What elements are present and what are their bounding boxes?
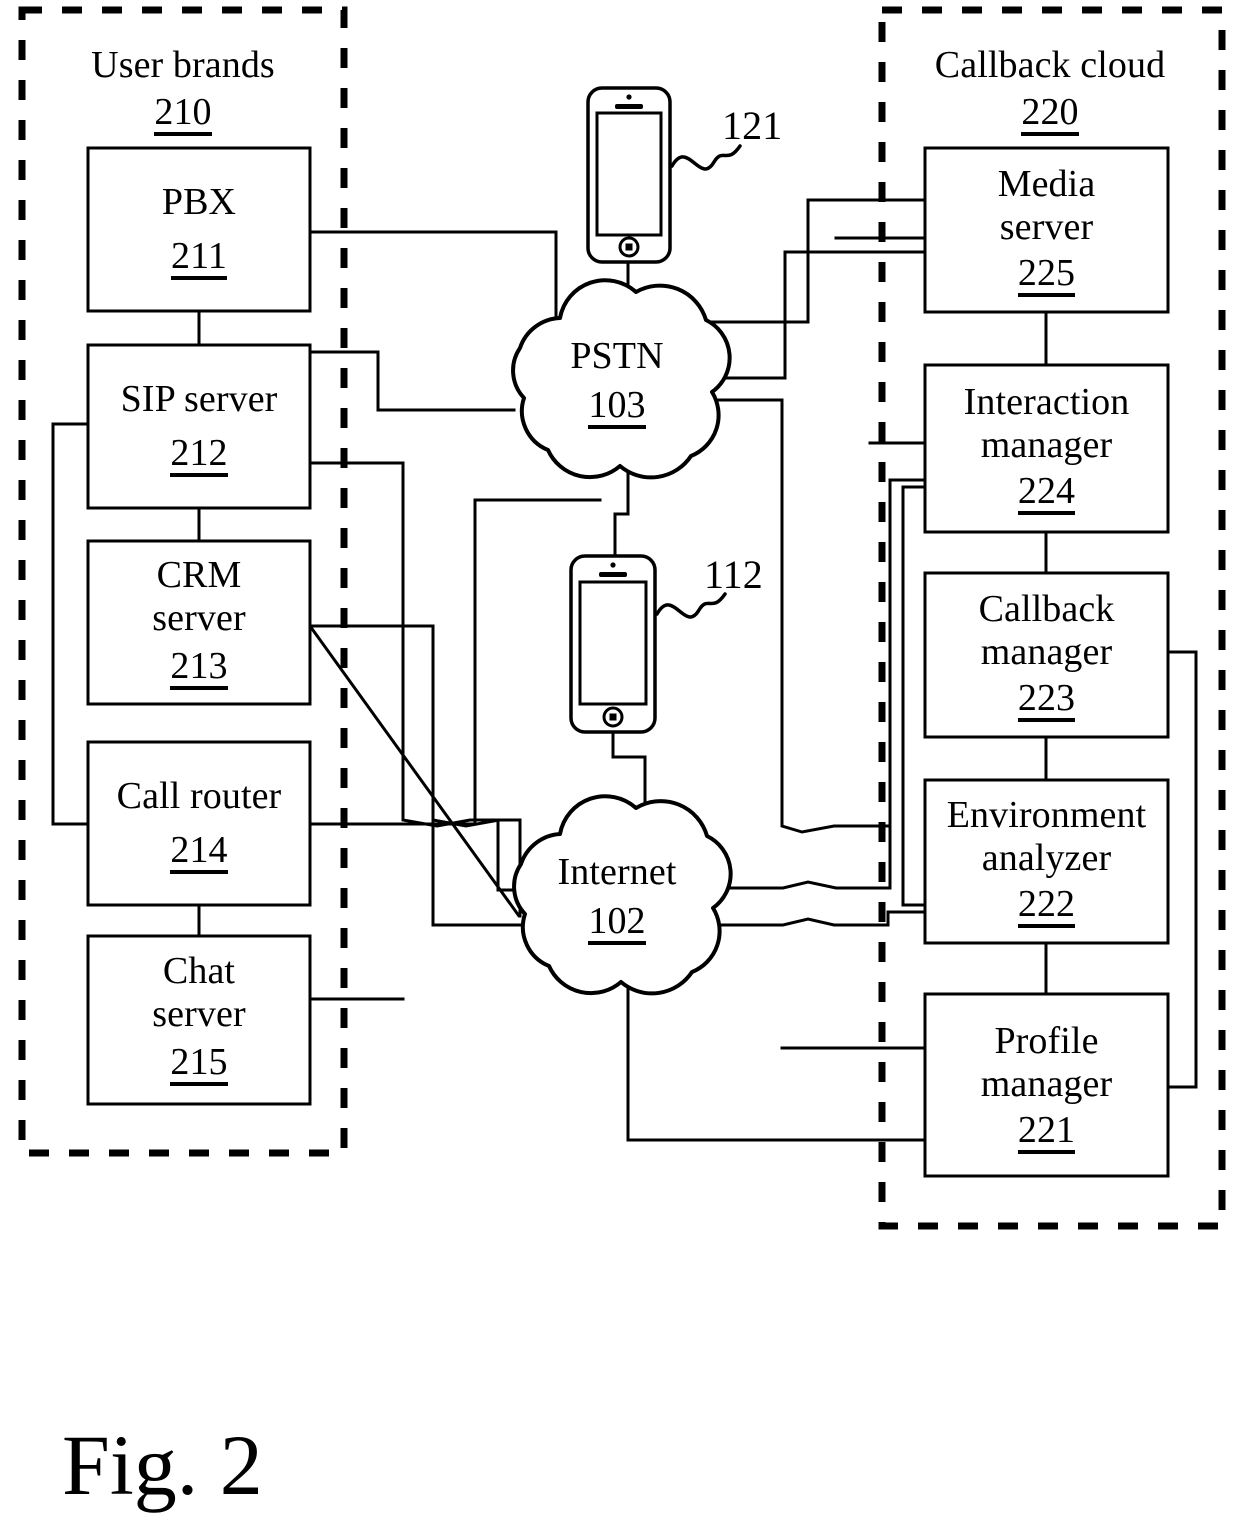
box-ref-224: 224 xyxy=(1017,472,1076,516)
box-label-media-server-line1: Media xyxy=(997,162,1096,205)
group-label-user-brands: User brands 210 xyxy=(42,44,324,136)
smartphone-icon-112 xyxy=(569,554,657,734)
group-label-callback-cloud-text: Callback cloud xyxy=(934,44,1166,86)
box-ref-222: 222 xyxy=(1017,885,1076,929)
box-label-callback-manager-line2: manager xyxy=(980,630,1113,673)
group-label-user-brands-text: User brands xyxy=(91,44,275,86)
box-label-interaction-manager: Interaction manager 224 xyxy=(925,372,1168,524)
box-label-environment-analyzer-line2: analyzer xyxy=(981,836,1112,879)
smartphone-icon-121 xyxy=(586,86,672,264)
callout-leader-121 xyxy=(670,144,742,171)
box-label-chat-server-line1: Chat xyxy=(162,949,236,992)
cloud-label-pstn-text: PSTN xyxy=(570,335,664,378)
box-label-media-server-line2: server xyxy=(999,205,1094,248)
box-ref-213: 213 xyxy=(170,647,228,691)
box-label-media-server: Media server 225 xyxy=(925,155,1168,305)
box-label-chat-server: Chat server 215 xyxy=(88,942,310,1094)
box-ref-212: 212 xyxy=(170,434,228,478)
group-ref-220: 220 xyxy=(1021,93,1079,136)
box-label-call-router: Call router 214 xyxy=(88,762,310,887)
box-label-pbx: PBX 211 xyxy=(88,168,310,293)
cloud-ref-102: 102 xyxy=(588,902,646,945)
box-ref-221: 221 xyxy=(1017,1111,1076,1155)
wire-internet-to-environment xyxy=(713,910,927,927)
wire-sip-to-callrouter-bracket xyxy=(51,422,90,826)
wire-callrouter-to-pstn-area xyxy=(341,498,602,826)
box-label-callback-manager-line1: Callback xyxy=(978,587,1115,630)
box-label-crm-server-line2: server xyxy=(152,596,246,639)
cloud-label-internet-text: Internet xyxy=(557,851,677,894)
box-label-crm-server-line1: CRM xyxy=(156,553,242,596)
box-label-crm-server: CRM server 213 xyxy=(88,546,310,698)
box-label-profile-manager-line2: manager xyxy=(980,1062,1113,1105)
callout-number-112: 112 xyxy=(704,552,763,597)
box-ref-214: 214 xyxy=(170,831,228,875)
box-label-environment-analyzer-line1: Environment xyxy=(946,793,1147,836)
wire-internet-to-interaction xyxy=(710,478,927,890)
figure-caption: Fig. 2 xyxy=(62,1417,263,1513)
cloud-label-internet: Internet 102 xyxy=(521,838,713,958)
wire-pstn-to-interaction xyxy=(711,250,927,380)
box-ref-223: 223 xyxy=(1017,679,1076,723)
wire-callback-to-profile-right xyxy=(1166,650,1198,1089)
cloud-ref-103: 103 xyxy=(588,386,646,429)
box-ref-211: 211 xyxy=(171,237,227,281)
box-label-profile-manager: Profile manager 221 xyxy=(925,1008,1168,1166)
box-label-chat-server-line2: server xyxy=(152,992,246,1035)
box-ref-225: 225 xyxy=(1017,254,1076,298)
box-label-callback-manager: Callback manager 223 xyxy=(925,580,1168,730)
callout-number-121: 121 xyxy=(722,103,783,148)
box-label-call-router-line1: Call router xyxy=(116,774,282,817)
figure-container: User brands 210 Callback cloud 220 PBX 2… xyxy=(0,0,1240,1534)
group-ref-210: 210 xyxy=(154,93,212,136)
box-label-profile-manager-line1: Profile xyxy=(994,1019,1099,1062)
wire-pstn-to-media xyxy=(709,198,927,324)
box-label-sip-server-line1: SIP server xyxy=(120,377,278,420)
group-label-callback-cloud: Callback cloud 220 xyxy=(900,44,1200,136)
box-label-sip-server: SIP server 212 xyxy=(88,365,310,490)
box-ref-215: 215 xyxy=(170,1043,228,1087)
box-label-environment-analyzer: Environment analyzer 222 xyxy=(921,786,1172,936)
box-label-interaction-manager-line1: Interaction xyxy=(963,380,1130,423)
callout-leader-112 xyxy=(655,592,727,619)
wire-pbx-to-pstn xyxy=(308,230,558,332)
cloud-label-pstn: PSTN 103 xyxy=(521,322,713,442)
wire-pstn-right-down xyxy=(714,398,891,834)
box-label-interaction-manager-line2: manager xyxy=(980,423,1113,466)
box-label-pbx-line1: PBX xyxy=(161,180,237,223)
